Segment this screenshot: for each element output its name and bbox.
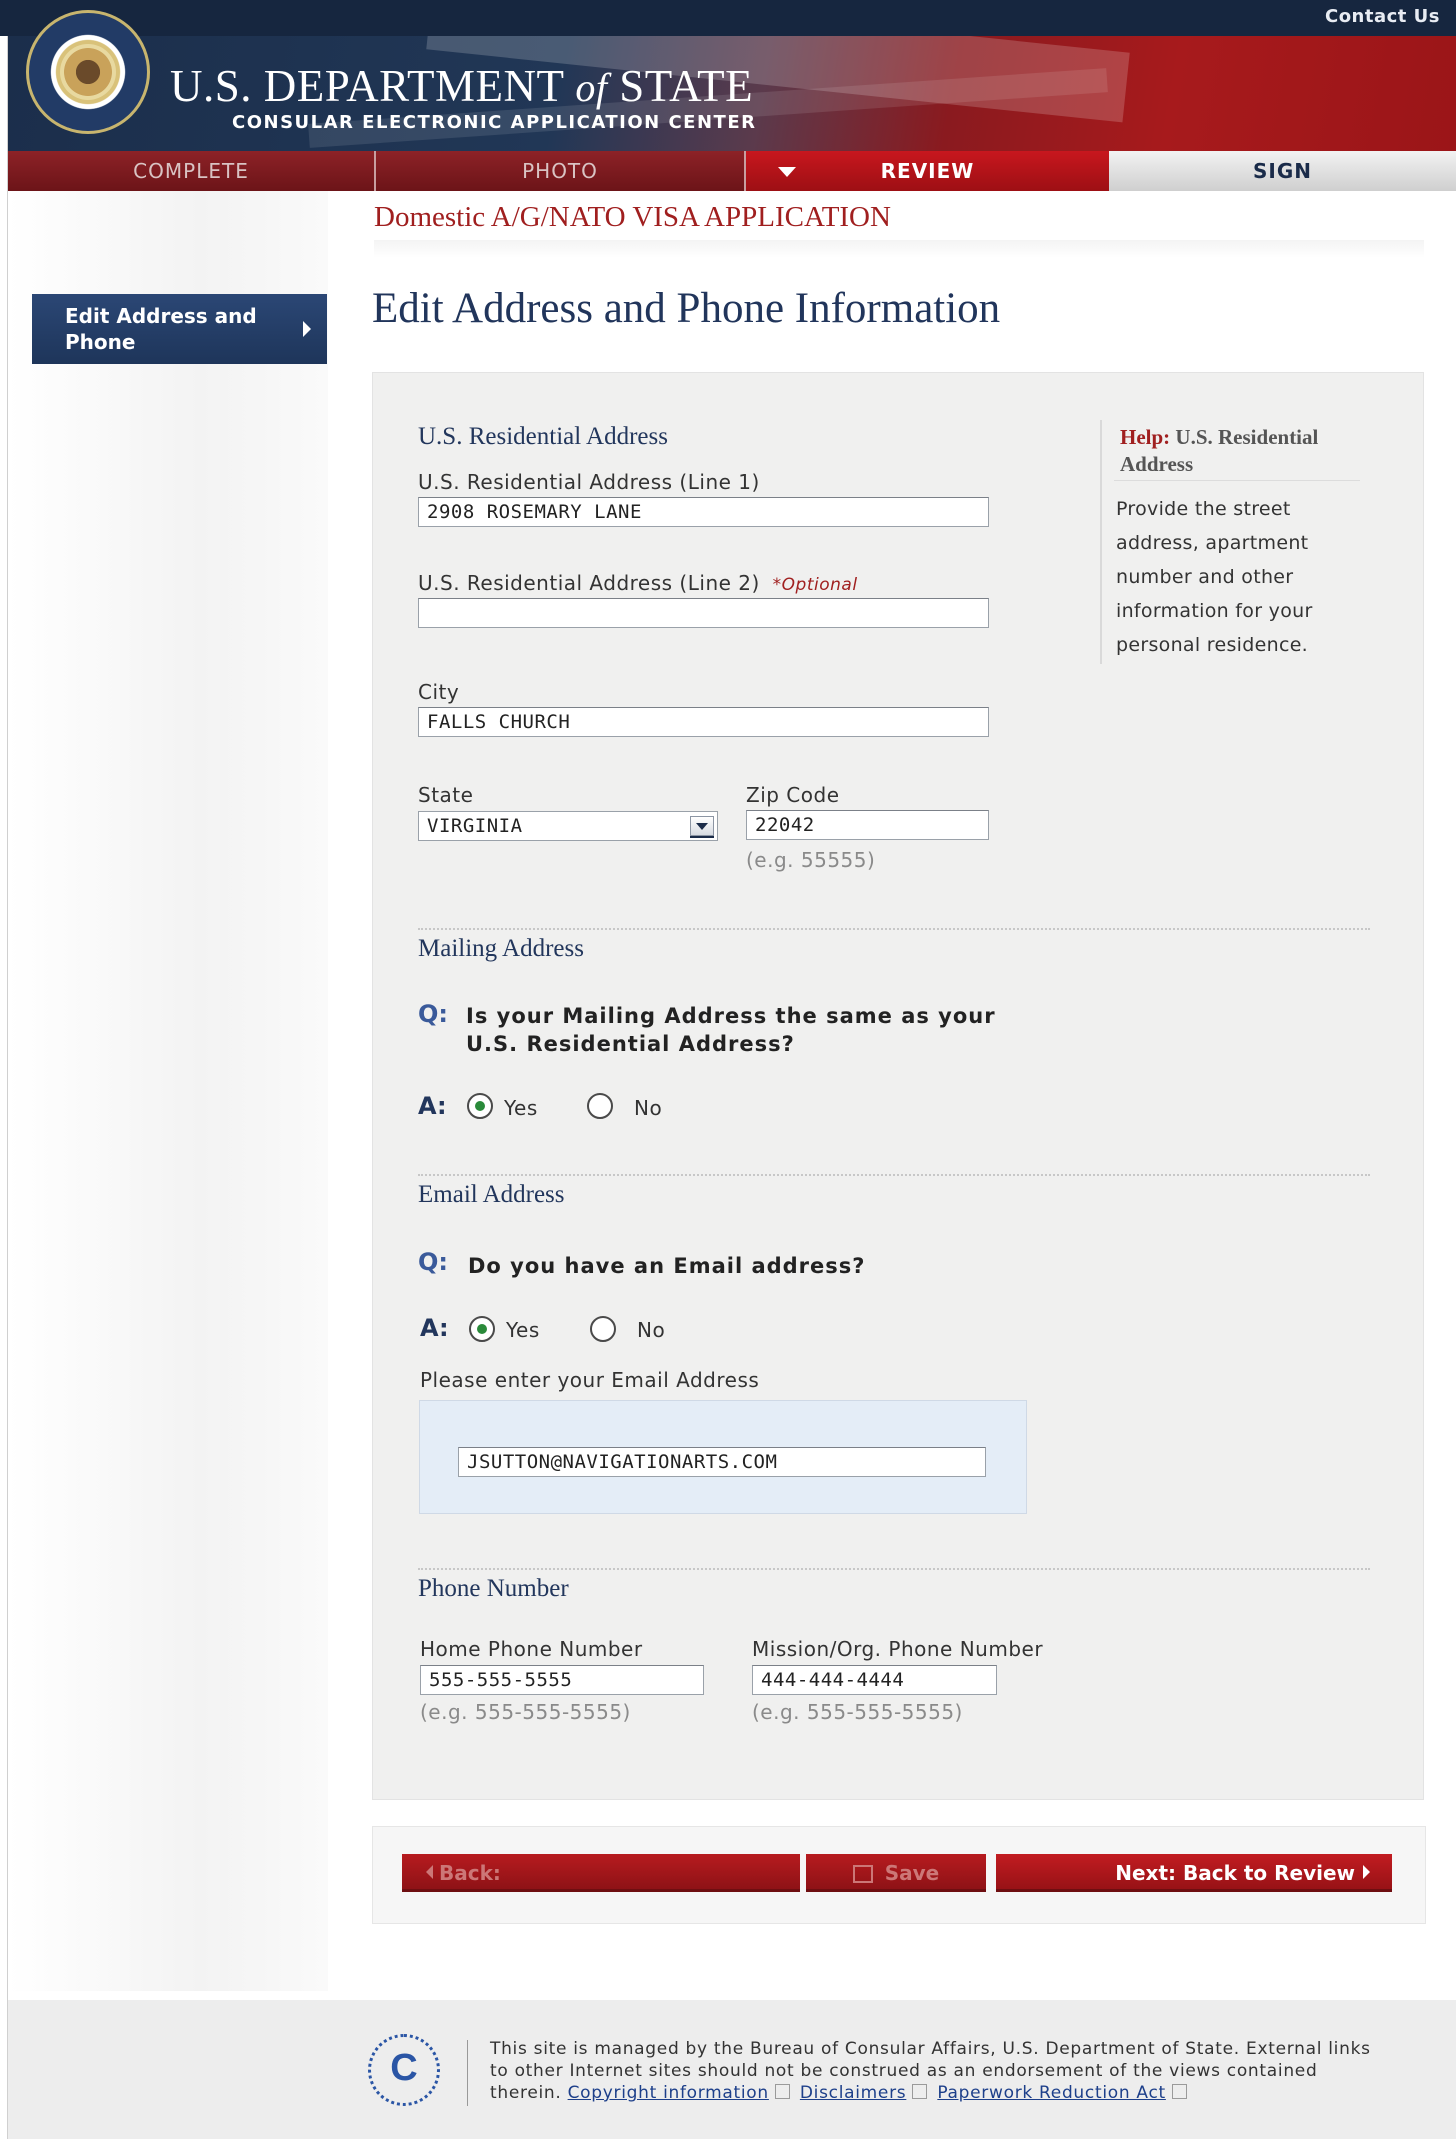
mailing-address-heading: Mailing Address xyxy=(418,935,584,962)
sidebar-item-edit-address[interactable]: Edit Address and Phone xyxy=(32,294,327,364)
help-panel: Help: U.S. Residential Address Provide t… xyxy=(1100,420,1362,664)
chevron-right-icon xyxy=(1363,1865,1370,1879)
mailing-yes-radio[interactable] xyxy=(467,1093,493,1119)
external-link-icon xyxy=(912,2084,928,2099)
email-yes-radio[interactable] xyxy=(469,1316,495,1342)
dropdown-underline xyxy=(690,836,714,838)
dept-name-suffix: STATE xyxy=(619,61,754,111)
page-left-border xyxy=(0,36,8,2139)
address-line1-input[interactable]: 2908 ROSEMARY LANE xyxy=(418,497,989,527)
department-title: U.S. DEPARTMENT of STATE xyxy=(170,60,753,112)
tab-review[interactable]: REVIEW xyxy=(746,151,1109,191)
email-no-label[interactable]: No xyxy=(637,1318,665,1342)
address-line1-label: U.S. Residential Address (Line 1) xyxy=(418,470,760,494)
back-button-label: Back: xyxy=(439,1861,501,1885)
main-nav: COMPLETE PHOTO REVIEW SIGN xyxy=(8,151,1456,191)
home-phone-label: Home Phone Number xyxy=(420,1637,643,1661)
chevron-right-icon xyxy=(303,321,311,337)
help-divider xyxy=(1114,480,1360,481)
email-question: Do you have an Email address? xyxy=(468,1254,866,1278)
email-q-mark: Q: xyxy=(418,1248,448,1276)
email-no-radio[interactable] xyxy=(590,1316,616,1342)
dept-name-of: of xyxy=(575,65,608,110)
mailing-no-label[interactable]: No xyxy=(634,1096,662,1120)
mission-phone-hint: (e.g. 555-555-5555) xyxy=(752,1700,963,1724)
help-text: Provide the street address, apartment nu… xyxy=(1116,498,1313,656)
address-line2-label-text: U.S. Residential Address (Line 2) xyxy=(418,571,760,595)
zip-label: Zip Code xyxy=(746,783,840,807)
tab-complete[interactable]: COMPLETE xyxy=(8,151,376,191)
next-button-label: Next: Back to Review xyxy=(1115,1861,1355,1885)
mission-phone-input[interactable]: 444-444-4444 xyxy=(752,1665,997,1695)
caret-down-icon xyxy=(778,167,796,177)
email-input[interactable]: JSUTTON@NAVIGATIONARTS.COM xyxy=(458,1447,986,1477)
back-button[interactable]: Back: xyxy=(402,1854,800,1892)
copyright-link[interactable]: Copyright information xyxy=(568,2083,769,2103)
tab-review-label: REVIEW xyxy=(880,159,975,183)
external-link-icon xyxy=(1171,2084,1187,2099)
help-prefix: Help: xyxy=(1120,425,1171,449)
email-a-mark: A: xyxy=(420,1314,449,1342)
address-line2-label: U.S. Residential Address (Line 2) *Optio… xyxy=(418,571,858,595)
footer-separator xyxy=(467,2040,468,2106)
footer-text: This site is managed by the Bureau of Co… xyxy=(490,2038,1390,2104)
mailing-a-mark: A: xyxy=(418,1092,447,1120)
help-title: Help: U.S. Residential Address xyxy=(1120,424,1360,478)
paperwork-reduction-act-link[interactable]: Paperwork Reduction Act xyxy=(937,2083,1166,2103)
zip-input[interactable]: 22042 xyxy=(746,810,989,840)
section-divider xyxy=(418,928,1370,930)
disclaimers-link[interactable]: Disclaimers xyxy=(800,2083,906,2103)
application-title: Domestic A/G/NATO VISA APPLICATION xyxy=(374,201,891,233)
external-link-icon xyxy=(774,2084,790,2099)
home-phone-input[interactable]: 555-555-5555 xyxy=(420,1665,704,1695)
sidebar-item-label: Edit Address and Phone xyxy=(65,304,257,354)
save-button-label: Save xyxy=(884,1861,940,1885)
save-button[interactable]: Save xyxy=(806,1854,986,1892)
tab-photo[interactable]: PHOTO xyxy=(376,151,746,191)
mailing-no-radio[interactable] xyxy=(587,1093,613,1119)
dept-name-prefix: U.S. DEPARTMENT xyxy=(170,61,564,111)
title-divider xyxy=(374,240,1424,258)
mailing-yes-label[interactable]: Yes xyxy=(504,1096,538,1120)
floppy-disk-icon xyxy=(852,1865,873,1883)
home-phone-hint: (e.g. 555-555-5555) xyxy=(420,1700,631,1724)
residential-address-heading: U.S. Residential Address xyxy=(418,423,668,450)
email-yes-label[interactable]: Yes xyxy=(506,1318,540,1342)
chevron-left-icon xyxy=(426,1865,433,1879)
address-line2-input[interactable] xyxy=(418,598,989,628)
mission-phone-label: Mission/Org. Phone Number xyxy=(752,1637,1044,1661)
state-select[interactable]: VIRGINIA xyxy=(418,811,718,841)
consular-affairs-logo-icon: C xyxy=(368,2034,440,2106)
optional-marker: *Optional xyxy=(772,575,858,595)
city-input[interactable]: FALLS CHURCH xyxy=(418,707,989,737)
state-label: State xyxy=(418,783,474,807)
eagle-icon xyxy=(60,44,116,100)
email-prompt: Please enter your Email Address xyxy=(420,1368,760,1392)
contact-us-link[interactable]: Contact Us xyxy=(1325,6,1440,27)
zip-hint: (e.g. 55555) xyxy=(746,848,876,872)
section-divider xyxy=(418,1568,1370,1570)
section-divider xyxy=(418,1174,1370,1176)
page-title: Edit Address and Phone Information xyxy=(372,285,1001,332)
mailing-question: Is your Mailing Address the same as your… xyxy=(466,1004,996,1056)
email-address-heading: Email Address xyxy=(418,1181,565,1208)
phone-number-heading: Phone Number xyxy=(418,1575,569,1602)
city-label: City xyxy=(418,680,460,704)
dropdown-arrow-icon[interactable] xyxy=(690,816,714,836)
department-subtitle: CONSULAR ELECTRONIC APPLICATION CENTER xyxy=(232,112,757,133)
sidebar xyxy=(8,191,328,1991)
tab-sign[interactable]: SIGN xyxy=(1109,151,1456,191)
top-utility-bar: Contact Us xyxy=(0,0,1456,36)
mailing-q-mark: Q: xyxy=(418,1000,448,1028)
next-back-to-review-button[interactable]: Next: Back to Review xyxy=(996,1854,1392,1892)
